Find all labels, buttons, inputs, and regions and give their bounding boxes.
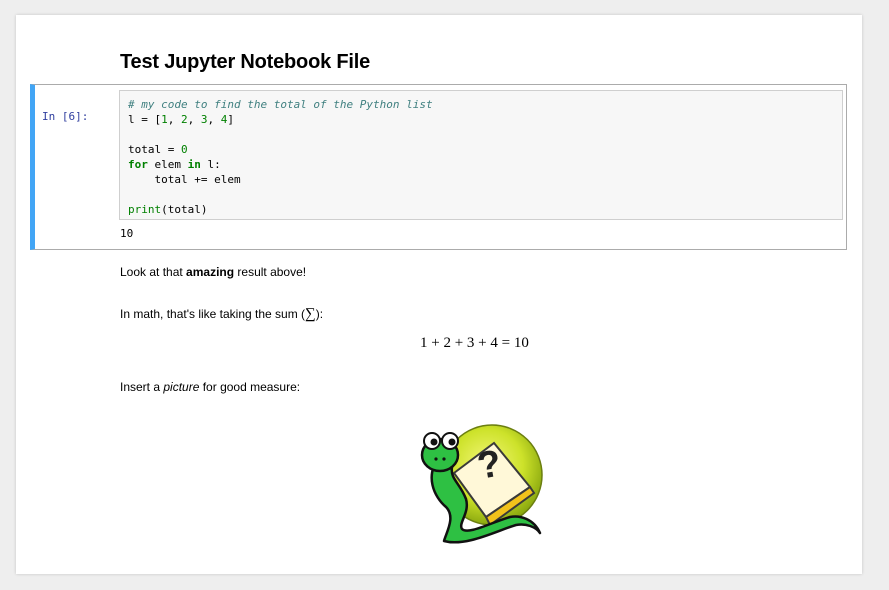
- cell-output: 10: [120, 227, 134, 240]
- code-editor[interactable]: # my code to find the total of the Pytho…: [119, 90, 843, 220]
- italic-text: picture: [163, 380, 200, 394]
- code-number: 4: [220, 113, 228, 126]
- code-keyword: in: [187, 158, 201, 171]
- markdown-paragraph: Look at that amazing result above!: [120, 265, 306, 279]
- notebook-page: Test Jupyter Notebook File In [6]: # my …: [16, 15, 862, 574]
- code-number: 3: [200, 113, 208, 126]
- markdown-paragraph: Insert a picture for good measure:: [120, 380, 300, 394]
- code-token: elem: [147, 158, 188, 171]
- text: In math, that's like taking the sum (: [120, 307, 306, 321]
- code-comment: # my code to find the total of the Pytho…: [128, 98, 433, 111]
- code-token: l: [128, 113, 135, 126]
- code-token: total: [128, 143, 162, 156]
- notebook-title: Test Jupyter Notebook File: [120, 51, 371, 73]
- code-builtin: print: [128, 203, 162, 216]
- input-prompt: In [6]:: [42, 110, 89, 123]
- text: Insert a: [120, 380, 164, 394]
- text: result above!: [234, 265, 307, 279]
- code-token: (total): [161, 203, 208, 216]
- code-keyword: for: [128, 158, 148, 171]
- text: Look at that: [120, 265, 187, 279]
- code-number: 1: [161, 113, 168, 126]
- code-token: total += elem: [128, 173, 241, 186]
- code-token: l:: [200, 158, 221, 171]
- markdown-paragraph: In math, that's like taking the sum (∑):: [120, 306, 323, 323]
- code-token: = [: [134, 113, 162, 126]
- text: ):: [315, 307, 324, 321]
- bold-text: amazing: [186, 265, 235, 279]
- code-text[interactable]: # my code to find the total of the Pytho…: [128, 97, 433, 217]
- code-number: 0: [181, 143, 188, 156]
- text: for good measure:: [199, 380, 301, 394]
- sigma-symbol: ∑: [305, 306, 316, 322]
- math-equation: 1 + 2 + 3 + 4 = 10: [420, 335, 529, 351]
- code-number: 2: [181, 113, 188, 126]
- code-token: =: [161, 143, 181, 156]
- python-snake-help-icon: ?: [420, 424, 543, 544]
